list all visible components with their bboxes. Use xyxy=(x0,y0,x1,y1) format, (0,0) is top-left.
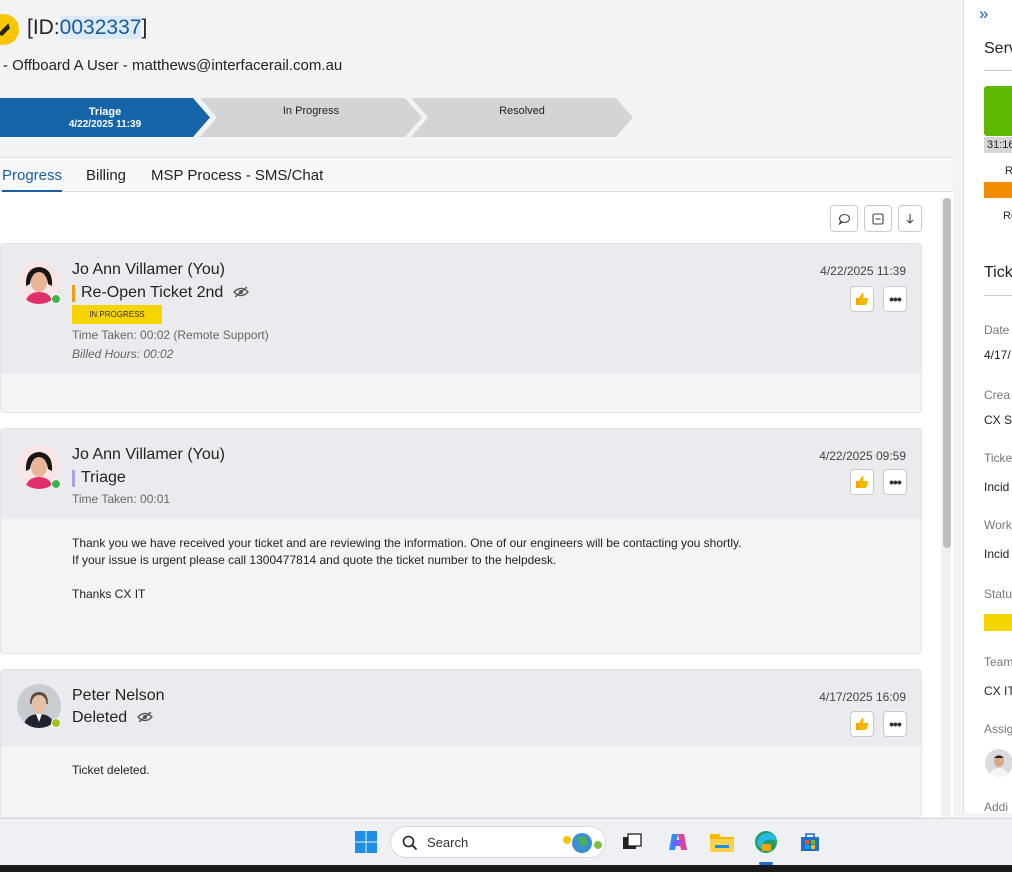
taskbar-search-input[interactable]: Search xyxy=(390,826,606,858)
earth-day-icon xyxy=(563,833,602,853)
sla-resolution-indicator xyxy=(984,182,1012,198)
more-options-button[interactable]: ••• xyxy=(883,711,907,737)
created-label: Crea xyxy=(984,388,1011,402)
status-indicator[interactable] xyxy=(984,614,1012,631)
entry-timestamp: 4/22/2025 11:39 xyxy=(820,264,906,278)
microsoft-store-icon[interactable] xyxy=(796,828,824,856)
status-color-bar xyxy=(72,469,75,487)
entry-status: Triage xyxy=(72,469,126,487)
sla-timer: 31:16 xyxy=(984,137,1012,153)
entry-body-line: Ticket deleted. xyxy=(72,763,150,777)
created-value: CX S xyxy=(984,413,1012,427)
comment-icon xyxy=(838,213,850,225)
billed-hours: Billed Hours: 00:02 xyxy=(72,347,174,361)
ellipsis-icon: ••• xyxy=(889,716,902,732)
copilot-icon[interactable] xyxy=(664,828,692,856)
entry-author: Jo Ann Villamer (You) xyxy=(72,446,225,463)
more-options-button[interactable]: ••• xyxy=(883,469,907,495)
ticket-details-sidebar: » Serv 31:16 R Re Tick Date 4/17/ Crea C… xyxy=(963,0,1012,813)
collapse-button[interactable] xyxy=(864,205,892,232)
file-explorer-icon[interactable] xyxy=(708,828,736,856)
workflow-value[interactable]: Incid xyxy=(984,547,1009,561)
expand-sidebar-icon[interactable]: » xyxy=(979,4,988,24)
stage-triage[interactable]: Triage 4/22/2025 11:39 xyxy=(0,98,210,137)
sla-label: R xyxy=(1005,165,1012,177)
ticket-id: [ID:0032337] xyxy=(27,16,148,39)
like-button[interactable] xyxy=(850,469,874,495)
assignee-label: Assig xyxy=(984,722,1012,736)
ticket-type-label: Ticke xyxy=(984,451,1012,465)
activity-entry: Peter Nelson 4/17/2025 16:09 Deleted •••… xyxy=(0,669,922,818)
entry-author: Peter Nelson xyxy=(72,687,165,704)
tab-progress[interactable]: Progress xyxy=(2,167,63,192)
entry-timestamp: 4/17/2025 16:09 xyxy=(819,690,906,704)
entry-body-line: Thanks CX IT xyxy=(72,587,146,601)
stage-progress-bar: Triage 4/22/2025 11:39 In Progress Resol… xyxy=(0,98,640,137)
tab-bar: Progress Billing MSP Process - SMS/Chat xyxy=(0,158,953,192)
sla-label: Re xyxy=(1003,210,1012,222)
windows-taskbar: Search xyxy=(0,818,1012,865)
search-icon xyxy=(402,835,418,851)
collapse-icon xyxy=(872,212,884,225)
tab-billing[interactable]: Billing xyxy=(86,167,126,184)
ticket-type-value[interactable]: Incid xyxy=(984,480,1009,494)
more-options-button[interactable]: ••• xyxy=(883,286,907,312)
activity-entry: Jo Ann Villamer (You) 4/22/2025 11:39 Re… xyxy=(0,243,922,413)
time-taken: Time Taken: 00:01 xyxy=(72,492,171,506)
thumbs-up-icon xyxy=(856,718,869,730)
tab-msp-process[interactable]: MSP Process - SMS/Chat xyxy=(151,167,323,184)
time-taken: Time Taken: 00:02 (Remote Support) xyxy=(72,328,269,342)
entry-body-line: Thank you we have received your ticket a… xyxy=(72,536,742,550)
workflow-label: Work xyxy=(984,518,1012,532)
service-section-heading: Serv xyxy=(984,40,1012,57)
entry-author: Jo Ann Villamer (You) xyxy=(72,261,225,278)
ticket-subtitle: - Offboard A User - matthews@interfacera… xyxy=(3,57,343,74)
task-view-icon[interactable] xyxy=(618,828,646,856)
stage-resolved[interactable]: Resolved xyxy=(411,98,633,137)
date-value: 4/17/ xyxy=(984,348,1011,362)
entry-body-line: If your issue is urgent please call 1300… xyxy=(72,553,557,567)
arrow-down-icon xyxy=(906,213,914,224)
thumbs-up-icon xyxy=(856,293,869,305)
like-button[interactable] xyxy=(850,711,874,737)
status-badge: IN PROGRESS xyxy=(72,305,162,324)
additional-label: Addi xyxy=(984,800,1009,813)
stage-in-progress[interactable]: In Progress xyxy=(200,98,422,137)
sla-response-indicator xyxy=(984,86,1012,136)
sort-down-button[interactable] xyxy=(898,205,922,232)
scrollbar-thumb[interactable] xyxy=(943,198,951,548)
entry-status: Deleted xyxy=(72,709,154,727)
assignee-avatar[interactable] xyxy=(985,749,1012,777)
entry-timestamp: 4/22/2025 09:59 xyxy=(819,449,906,463)
ticket-section-heading: Tick xyxy=(984,264,1012,281)
presence-away-indicator xyxy=(51,718,61,728)
comment-button[interactable] xyxy=(830,205,858,232)
entry-status: Re-Open Ticket 2nd xyxy=(72,284,250,302)
edge-browser-icon[interactable] xyxy=(752,828,780,856)
date-label: Date xyxy=(984,323,1010,337)
ticket-activity-panel: Progress Billing MSP Process - SMS/Chat … xyxy=(0,157,953,818)
presence-online-indicator xyxy=(51,479,61,489)
team-value[interactable]: CX IT xyxy=(984,684,1012,698)
ticket-type-icon xyxy=(0,14,19,45)
status-label: Statu xyxy=(984,587,1012,601)
ellipsis-icon: ••• xyxy=(889,291,902,307)
like-button[interactable] xyxy=(850,286,874,312)
thumbs-up-icon xyxy=(856,476,869,488)
presence-online-indicator xyxy=(51,294,61,304)
activity-entry: Jo Ann Villamer (You) 4/22/2025 09:59 Tr… xyxy=(0,428,922,654)
ticket-id-number[interactable]: 0032337 xyxy=(59,16,142,39)
ellipsis-icon: ••• xyxy=(889,474,902,490)
team-label: Team xyxy=(984,655,1012,669)
windows-start-icon[interactable] xyxy=(352,828,380,856)
status-color-bar xyxy=(72,284,75,302)
eye-slash-icon[interactable] xyxy=(233,285,250,301)
eye-slash-icon[interactable] xyxy=(137,710,154,726)
